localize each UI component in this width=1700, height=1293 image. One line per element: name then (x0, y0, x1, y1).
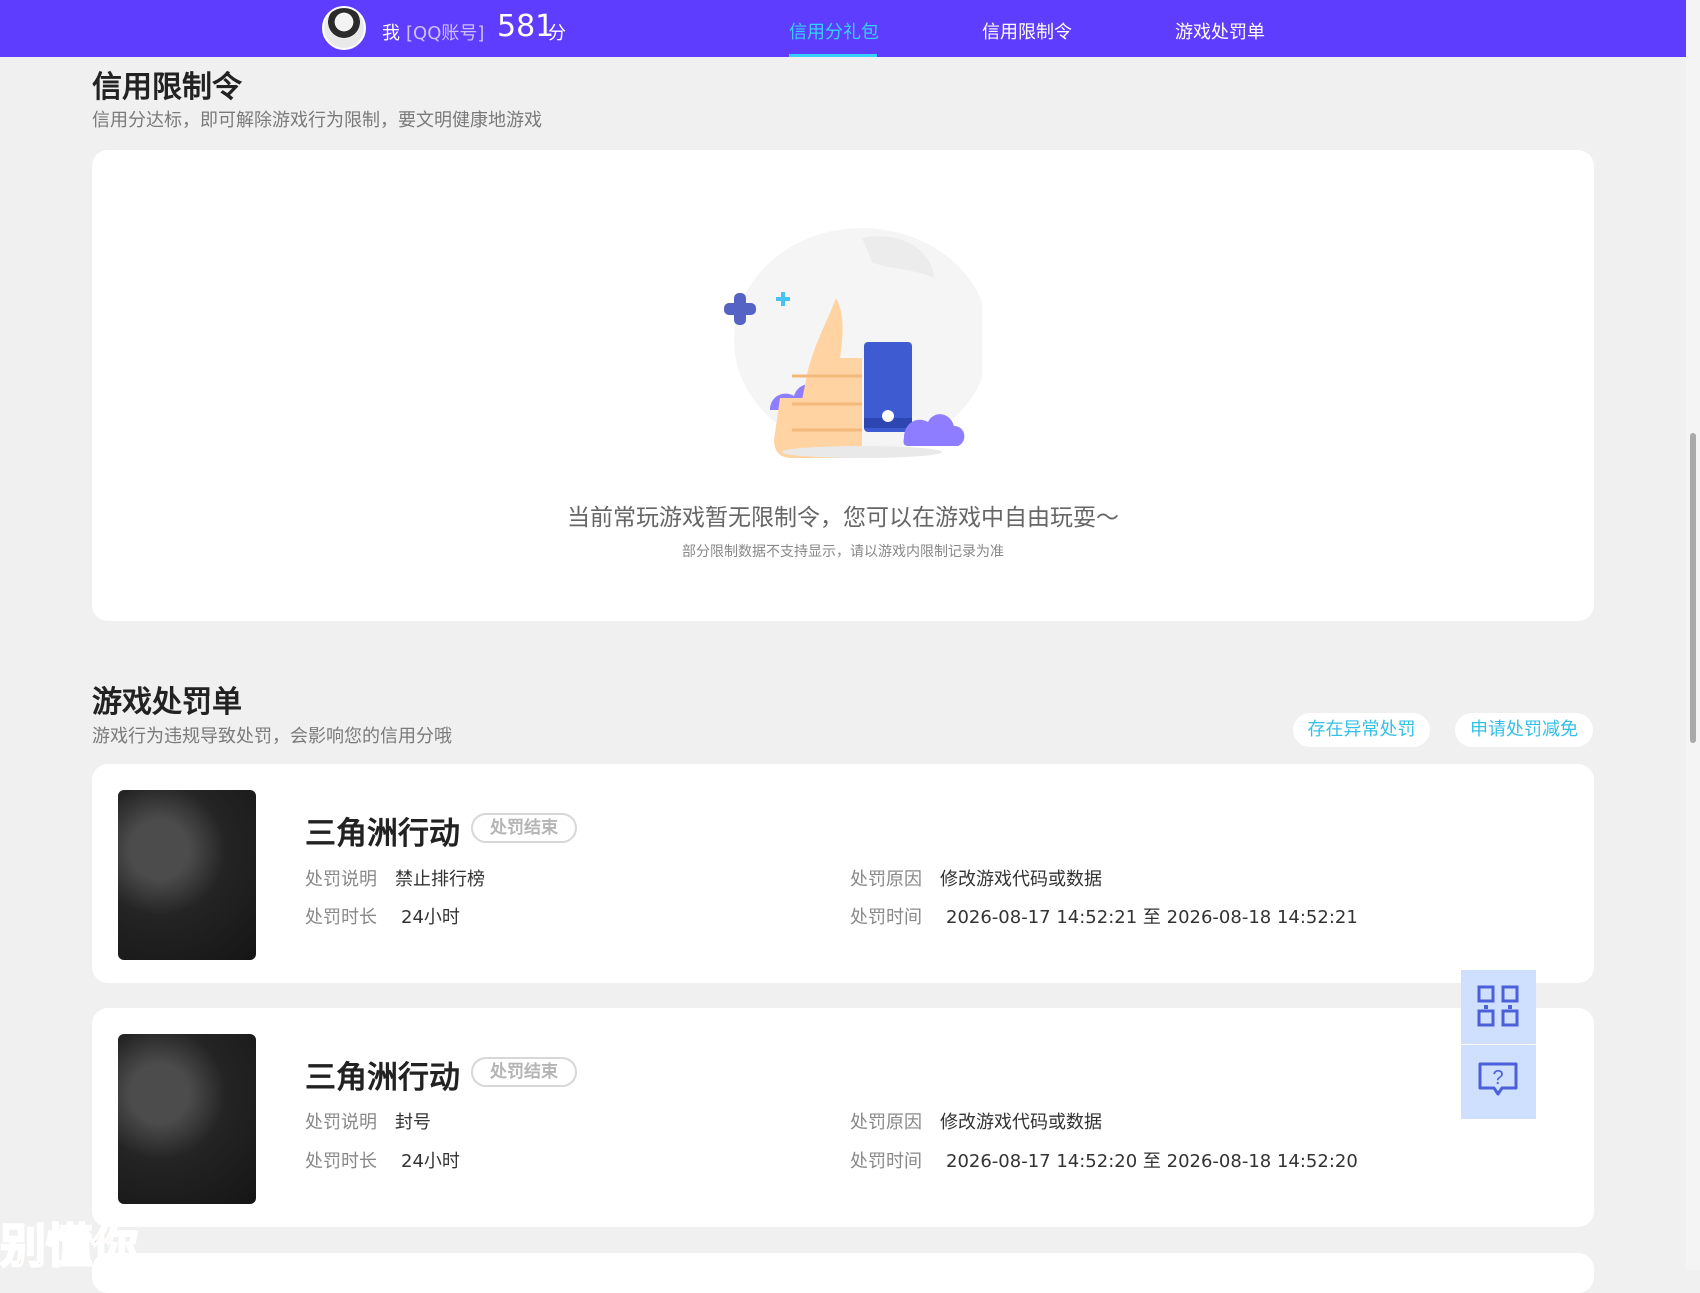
tab-penalty-list[interactable]: 游戏处罚单 (1175, 18, 1265, 44)
penalty-duration-label: 处罚时长 (305, 907, 377, 928)
penalty-reason-label: 处罚原因 (850, 869, 922, 890)
top-nav-bar: 我 [QQ账号] 581 分 信用分礼包 信用限制令 游戏处罚单 (0, 0, 1686, 57)
penalty-desc-label: 处罚说明 (305, 869, 377, 890)
empty-state-message: 当前常玩游戏暂无限制令，您可以在游戏中自由玩耍～ (567, 505, 1119, 531)
penalty-desc-value: 封号 (395, 1112, 431, 1133)
status-badge: 处罚结束 (471, 1057, 577, 1087)
help-feedback-button[interactable]: ? (1461, 1045, 1536, 1119)
game-thumbnail (118, 790, 256, 960)
account-label: [QQ账号] (406, 23, 485, 44)
penalty-desc-value: 禁止排行榜 (395, 869, 485, 890)
qr-code-icon (1477, 985, 1519, 1027)
credit-score-unit: 分 (548, 23, 566, 44)
credit-score: 581 (497, 9, 555, 44)
game-thumbnail (118, 1034, 256, 1204)
restriction-empty-card: 当前常玩游戏暂无限制令，您可以在游戏中自由玩耍～ 部分限制数据不支持显示，请以游… (92, 150, 1594, 621)
empty-state-note: 部分限制数据不支持显示，请以游戏内限制记录为准 (682, 544, 1004, 560)
penalty-duration-value: 24小时 (401, 1151, 460, 1172)
penalty-reason-value: 修改游戏代码或数据 (940, 1112, 1102, 1133)
apply-penalty-reduction-button[interactable]: 申请处罚减免 (1455, 713, 1593, 747)
report-abnormal-penalty-button[interactable]: 存在异常处罚 (1293, 713, 1430, 747)
restriction-section-title: 信用限制令 (92, 70, 242, 105)
scrollbar[interactable] (1686, 0, 1700, 1270)
restriction-section-subtitle: 信用分达标，即可解除游戏行为限制，要文明健康地游戏 (92, 110, 542, 131)
penalty-section-title: 游戏处罚单 (92, 685, 242, 720)
penalty-desc-label: 处罚说明 (305, 1112, 377, 1133)
status-badge: 处罚结束 (471, 813, 577, 843)
scrollbar-thumb[interactable] (1690, 433, 1696, 743)
penalty-card (92, 1253, 1594, 1293)
me-label: 我 (382, 23, 400, 44)
penalty-reason-value: 修改游戏代码或数据 (940, 869, 1102, 890)
tab-credit-restriction[interactable]: 信用限制令 (982, 18, 1072, 44)
penalty-time-label: 处罚时间 (850, 1151, 922, 1172)
watermark-text: 别懂你 (0, 1218, 139, 1274)
penalty-time-value: 2026-08-17 14:52:20 至 2026-08-18 14:52:2… (946, 1151, 1358, 1172)
penalty-time-value: 2026-08-17 14:52:21 至 2026-08-18 14:52:2… (946, 907, 1358, 928)
penalty-duration-label: 处罚时长 (305, 1151, 377, 1172)
active-tab-indicator (789, 54, 877, 57)
penalty-duration-value: 24小时 (401, 907, 460, 928)
game-name: 三角洲行动 (305, 1060, 460, 1096)
thumbs-up-illustration (724, 228, 982, 458)
penalty-section-subtitle: 游戏行为违规导致处罚，会影响您的信用分哦 (92, 726, 452, 747)
penalty-reason-label: 处罚原因 (850, 1112, 922, 1133)
game-name: 三角洲行动 (305, 816, 460, 852)
svg-text:?: ? (1492, 1067, 1503, 1089)
user-avatar[interactable] (322, 6, 366, 50)
penalty-time-label: 处罚时间 (850, 907, 922, 928)
tab-credit-gift[interactable]: 信用分礼包 (789, 18, 879, 44)
qr-code-button[interactable] (1461, 970, 1536, 1044)
help-chat-icon: ? (1478, 1062, 1518, 1096)
